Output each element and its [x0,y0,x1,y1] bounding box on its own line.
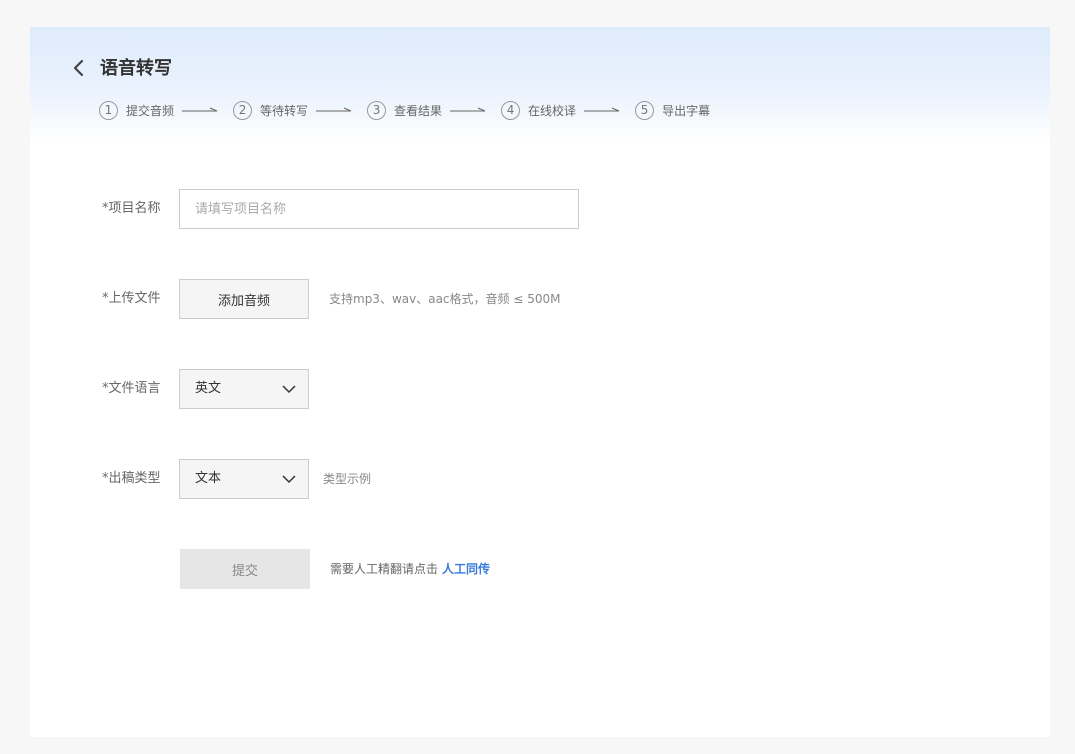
page-header: 语音转写 1 提交音频 2 等待转写 3 查看结果 4 在线校译 5 导出字幕 [30,27,1050,142]
step-number: 2 [233,100,253,120]
step-number: 4 [501,100,521,120]
arrow-right-icon [182,107,218,112]
chevron-down-icon [282,475,296,484]
submit-button[interactable]: 提交 [180,549,310,589]
project-name-label: *项目名称 [102,201,161,216]
step-indicator: 1 提交音频 2 等待转写 3 查看结果 4 在线校译 5 导出字幕 [99,100,710,120]
language-label: *文件语言 [102,381,161,396]
output-type-value: 文本 [195,471,222,486]
submit-hint-text: 需要人工精翻请点击 [330,562,439,576]
step-label: 等待转写 [260,103,309,118]
arrow-right-icon [450,107,486,112]
chevron-down-icon [282,385,296,394]
upload-hint: 支持mp3、wav、aac格式，音频 ≤ 500M [329,292,561,306]
step-1: 1 提交音频 [99,100,233,120]
output-type-select[interactable]: 文本 [179,459,309,499]
step-label: 导出字幕 [662,103,711,118]
arrow-right-icon [316,107,352,112]
step-label: 查看结果 [394,103,443,118]
page-title: 语音转写 [100,58,172,79]
output-type-label: *出稿类型 [102,471,161,486]
step-label: 在线校译 [528,103,577,118]
main-card: 语音转写 1 提交音频 2 等待转写 3 查看结果 4 在线校译 5 导出字幕 … [30,27,1050,737]
step-label: 提交音频 [126,103,175,118]
type-example-link[interactable]: 类型示例 [323,459,371,499]
step-3: 3 查看结果 [367,100,501,120]
project-name-input[interactable] [179,189,579,229]
step-number: 5 [635,100,655,120]
submit-hint: 需要人工精翻请点击 人工同传 [330,549,490,589]
language-select[interactable]: 英文 [179,369,309,409]
language-value: 英文 [195,381,222,396]
upload-label: *上传文件 [102,291,161,306]
add-audio-button[interactable]: 添加音频 [179,279,309,319]
step-4: 4 在线校译 [501,100,635,120]
arrow-right-icon [584,107,620,112]
chevron-left-icon[interactable] [70,59,88,77]
step-number: 1 [99,100,118,120]
step-5: 5 导出字幕 [635,100,711,120]
human-interpretation-link[interactable]: 人工同传 [442,562,490,576]
step-number: 3 [367,100,387,120]
step-2: 2 等待转写 [233,100,367,120]
